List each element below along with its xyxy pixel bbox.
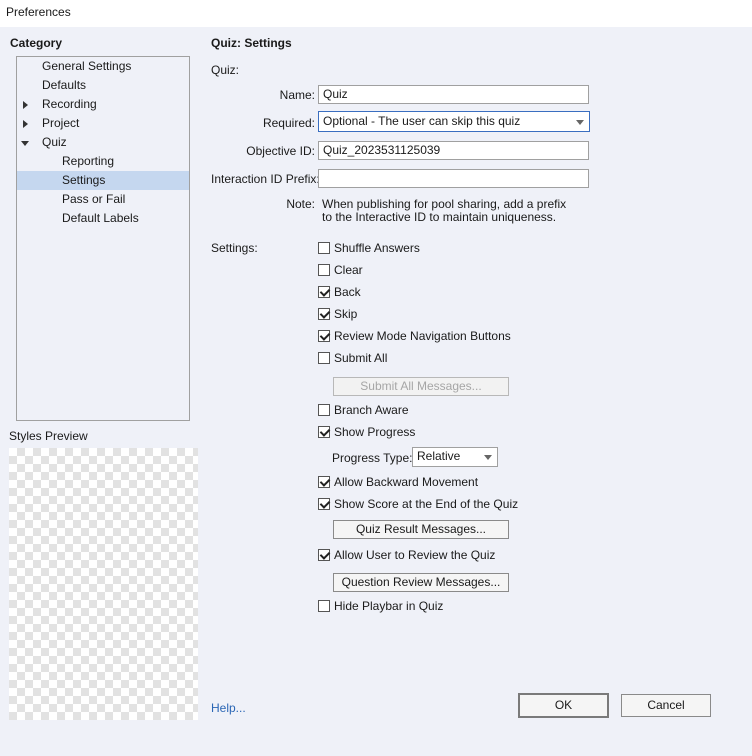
tree-item-pass-or-fail[interactable]: Pass or Fail xyxy=(17,190,189,209)
tree-item-project[interactable]: Project xyxy=(17,114,189,133)
back-checkbox[interactable] xyxy=(318,286,330,298)
note-label: Note: xyxy=(286,197,315,211)
required-label: Required: xyxy=(262,116,315,130)
shuffle-answers-checkbox[interactable] xyxy=(318,242,330,254)
chevron-down-icon xyxy=(484,455,492,460)
panel-title: Quiz: Settings xyxy=(211,36,292,50)
progress-type-label: Progress Type: xyxy=(332,451,413,465)
tree-item-label: Recording xyxy=(42,97,97,111)
category-heading: Category xyxy=(10,36,63,50)
allow-review-label: Allow User to Review the Quiz xyxy=(334,548,496,562)
tree-item-label: Settings xyxy=(62,173,106,187)
expand-arrow-icon[interactable] xyxy=(23,120,28,128)
show-score-label: Show Score at the End of the Quiz xyxy=(334,497,519,511)
tree-item-general-settings[interactable]: General Settings xyxy=(17,57,189,76)
show-progress-checkbox[interactable] xyxy=(318,426,330,438)
quiz-section-label: Quiz: xyxy=(211,63,240,77)
interaction-prefix-label: Interaction ID Prefix: xyxy=(211,172,320,186)
shuffle-answers-label: Shuffle Answers xyxy=(334,241,420,255)
hide-playbar-label: Hide Playbar in Quiz xyxy=(334,599,444,613)
allow-backward-checkbox[interactable] xyxy=(318,476,330,488)
help-link[interactable]: Help... xyxy=(211,701,246,715)
submit-all-messages-button: Submit All Messages... xyxy=(333,377,509,396)
chevron-down-icon xyxy=(576,120,584,125)
styles-preview-label: Styles Preview xyxy=(9,429,88,443)
tree-item-reporting[interactable]: Reporting xyxy=(17,152,189,171)
show-score-checkbox[interactable] xyxy=(318,498,330,510)
required-select-value: Optional - The user can skip this quiz xyxy=(323,114,521,128)
required-select[interactable]: Optional - The user can skip this quiz xyxy=(318,111,590,132)
tree-item-label: Quiz xyxy=(42,135,67,149)
quiz-result-messages-button[interactable]: Quiz Result Messages... xyxy=(333,520,509,539)
tree-item-recording[interactable]: Recording xyxy=(17,95,189,114)
tree-item-label: General Settings xyxy=(42,59,132,73)
category-tree[interactable]: General Settings Defaults Recording Proj… xyxy=(16,56,190,421)
skip-label: Skip xyxy=(334,307,358,321)
window-title: Preferences xyxy=(6,5,71,19)
name-input[interactable]: Quiz xyxy=(318,85,589,104)
title-bar: Preferences xyxy=(0,0,752,27)
note-line-2: to the Interactive ID to maintain unique… xyxy=(322,210,557,224)
tree-item-label: Project xyxy=(42,116,80,130)
hide-playbar-checkbox[interactable] xyxy=(318,600,330,612)
clear-label: Clear xyxy=(334,263,363,277)
tree-item-label: Pass or Fail xyxy=(62,192,126,206)
progress-type-value: Relative xyxy=(417,449,461,463)
submit-all-checkbox[interactable] xyxy=(318,352,330,364)
progress-type-select[interactable]: Relative xyxy=(412,447,498,467)
tree-item-quiz[interactable]: Quiz xyxy=(17,133,189,152)
clear-checkbox[interactable] xyxy=(318,264,330,276)
back-label: Back xyxy=(334,285,361,299)
styles-preview-canvas xyxy=(9,448,198,720)
submit-all-label: Submit All xyxy=(334,351,388,365)
review-mode-nav-checkbox[interactable] xyxy=(318,330,330,342)
tree-item-default-labels[interactable]: Default Labels xyxy=(17,209,189,228)
ok-button[interactable]: OK xyxy=(518,693,609,718)
branch-aware-label: Branch Aware xyxy=(334,403,409,417)
collapse-arrow-icon[interactable] xyxy=(21,141,29,146)
settings-label: Settings: xyxy=(211,241,258,255)
show-progress-label: Show Progress xyxy=(334,425,416,439)
tree-item-label: Default Labels xyxy=(62,211,139,225)
name-label: Name: xyxy=(279,88,315,102)
note-line-1: When publishing for pool sharing, add a … xyxy=(322,197,567,211)
cancel-button[interactable]: Cancel xyxy=(621,694,711,717)
interaction-prefix-input[interactable] xyxy=(318,169,589,188)
question-review-messages-button[interactable]: Question Review Messages... xyxy=(333,573,509,592)
skip-checkbox[interactable] xyxy=(318,308,330,320)
objective-id-input[interactable]: Quiz_2023531125039 xyxy=(318,141,589,160)
tree-item-label: Reporting xyxy=(62,154,115,168)
branch-aware-checkbox[interactable] xyxy=(318,404,330,416)
tree-item-settings[interactable]: Settings xyxy=(17,171,189,190)
expand-arrow-icon[interactable] xyxy=(23,101,28,109)
allow-backward-label: Allow Backward Movement xyxy=(334,475,479,489)
review-mode-nav-label: Review Mode Navigation Buttons xyxy=(334,329,511,343)
tree-item-label: Defaults xyxy=(42,78,87,92)
objective-id-label: Objective ID: xyxy=(246,144,315,158)
tree-item-defaults[interactable]: Defaults xyxy=(17,76,189,95)
allow-review-checkbox[interactable] xyxy=(318,549,330,561)
